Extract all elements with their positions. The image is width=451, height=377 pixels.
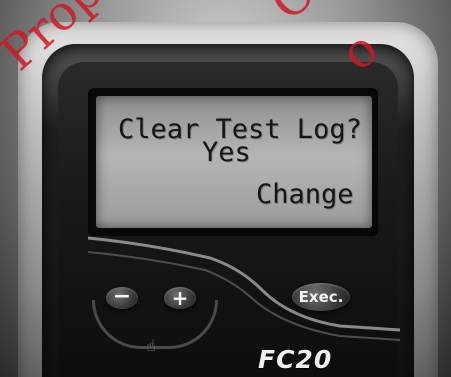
faceplate-swoosh-decoration: [87, 236, 401, 341]
brand-logo: FC20: [258, 345, 333, 374]
center-hand-icon: ☝: [146, 336, 156, 355]
device-photo: Clear Test Log? Yes Change − + Exec. ☝ F…: [0, 0, 451, 377]
minus-button[interactable]: −: [106, 286, 138, 309]
exec-button[interactable]: Exec.: [292, 283, 350, 311]
plus-button[interactable]: +: [164, 287, 196, 309]
